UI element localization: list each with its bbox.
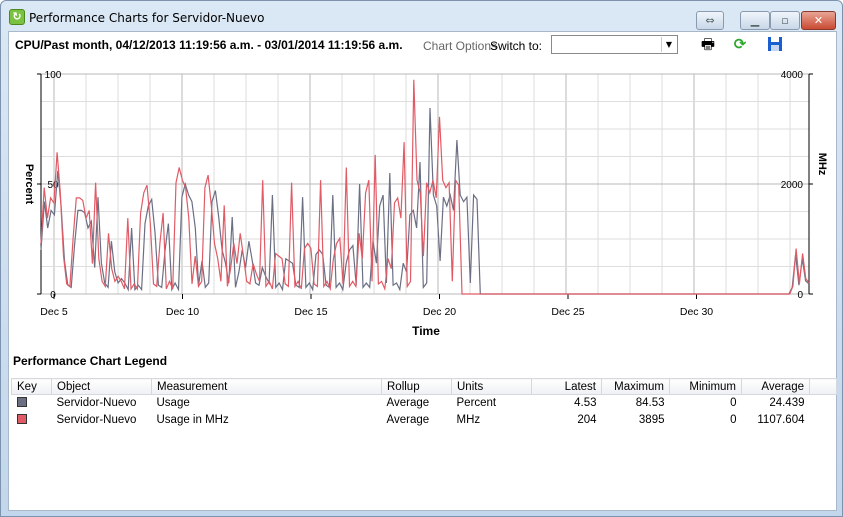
maximum-cell: 3895 (638, 414, 665, 426)
column-header-measurement[interactable]: Measurement (151, 378, 382, 395)
column-header-maximum[interactable]: Maximum (601, 378, 670, 395)
column-header-minimum[interactable]: Minimum (669, 378, 742, 395)
average-cell: 24.439 (769, 397, 805, 410)
legend-header-row: Key Object Measurement Rollup Units Late… (11, 378, 837, 395)
x-axis-label: Time (412, 324, 440, 338)
y-right-tick-label: 0 (797, 290, 803, 301)
x-tick-label: Dec 5 (40, 306, 68, 318)
y-right-tick-label: 2000 (781, 180, 804, 191)
column-header-average[interactable]: Average (741, 378, 810, 395)
minimum-cell: 0 (730, 397, 737, 410)
latest-cell: 204 (577, 414, 597, 426)
column-header-latest[interactable]: Latest (531, 378, 602, 395)
legend-row[interactable]: Servidor-Nuevo Usage Average Percent 4.5… (12, 395, 837, 412)
y-left-axis-label: Percent (23, 164, 35, 205)
performance-line-chart: Percent MHz Time 100500400020000Dec 5 Dec… (23, 70, 828, 338)
x-tick-label: Dec 30 (680, 306, 713, 318)
x-tick-label: Dec 25 (551, 306, 584, 318)
column-header-units[interactable]: Units (451, 378, 532, 395)
x-tick-label: Dec 10 (166, 306, 199, 318)
performance-chart-window: ↻ Performance Charts for Servidor-Nuevo … (0, 0, 843, 517)
measurement-cell: Usage in MHz (156, 414, 229, 426)
y-left-tick-label: 100 (45, 70, 62, 81)
x-tick-label: Dec 15 (294, 306, 327, 318)
units-cell: Percent (456, 397, 497, 410)
rollup-cell: Average (386, 414, 430, 426)
x-tick-label: Dec 20 (423, 306, 456, 318)
series-key-swatch (16, 413, 27, 424)
object-cell: Servidor-Nuevo (56, 414, 137, 426)
units-cell: MHz (456, 414, 481, 426)
series-key-swatch (16, 396, 27, 407)
object-cell: Servidor-Nuevo (56, 397, 137, 410)
y-left-tick-label: 0 (50, 290, 56, 301)
y-right-tick-label: 4000 (781, 70, 804, 81)
legend-row[interactable]: Servidor-Nuevo Usage in MHz Average MHz … (12, 412, 837, 429)
legend-table: Key Object Measurement Rollup Units Late… (11, 378, 837, 429)
rollup-cell: Average (386, 397, 430, 410)
minimum-cell: 0 (730, 414, 737, 426)
key-cell (12, 412, 52, 429)
y-right-axis-label: MHz (816, 153, 828, 176)
measurement-cell: Usage (156, 397, 190, 410)
average-cell: 1107.604 (757, 414, 805, 426)
column-header-object[interactable]: Object (51, 378, 152, 395)
key-cell (12, 395, 52, 412)
maximum-cell: 84.53 (635, 397, 665, 410)
column-header-key[interactable]: Key (11, 378, 52, 395)
latest-cell: 4.53 (574, 397, 597, 410)
legend-title: Performance Chart Legend (13, 354, 168, 368)
column-header-filler (809, 378, 837, 395)
column-header-rollup[interactable]: Rollup (381, 378, 452, 395)
